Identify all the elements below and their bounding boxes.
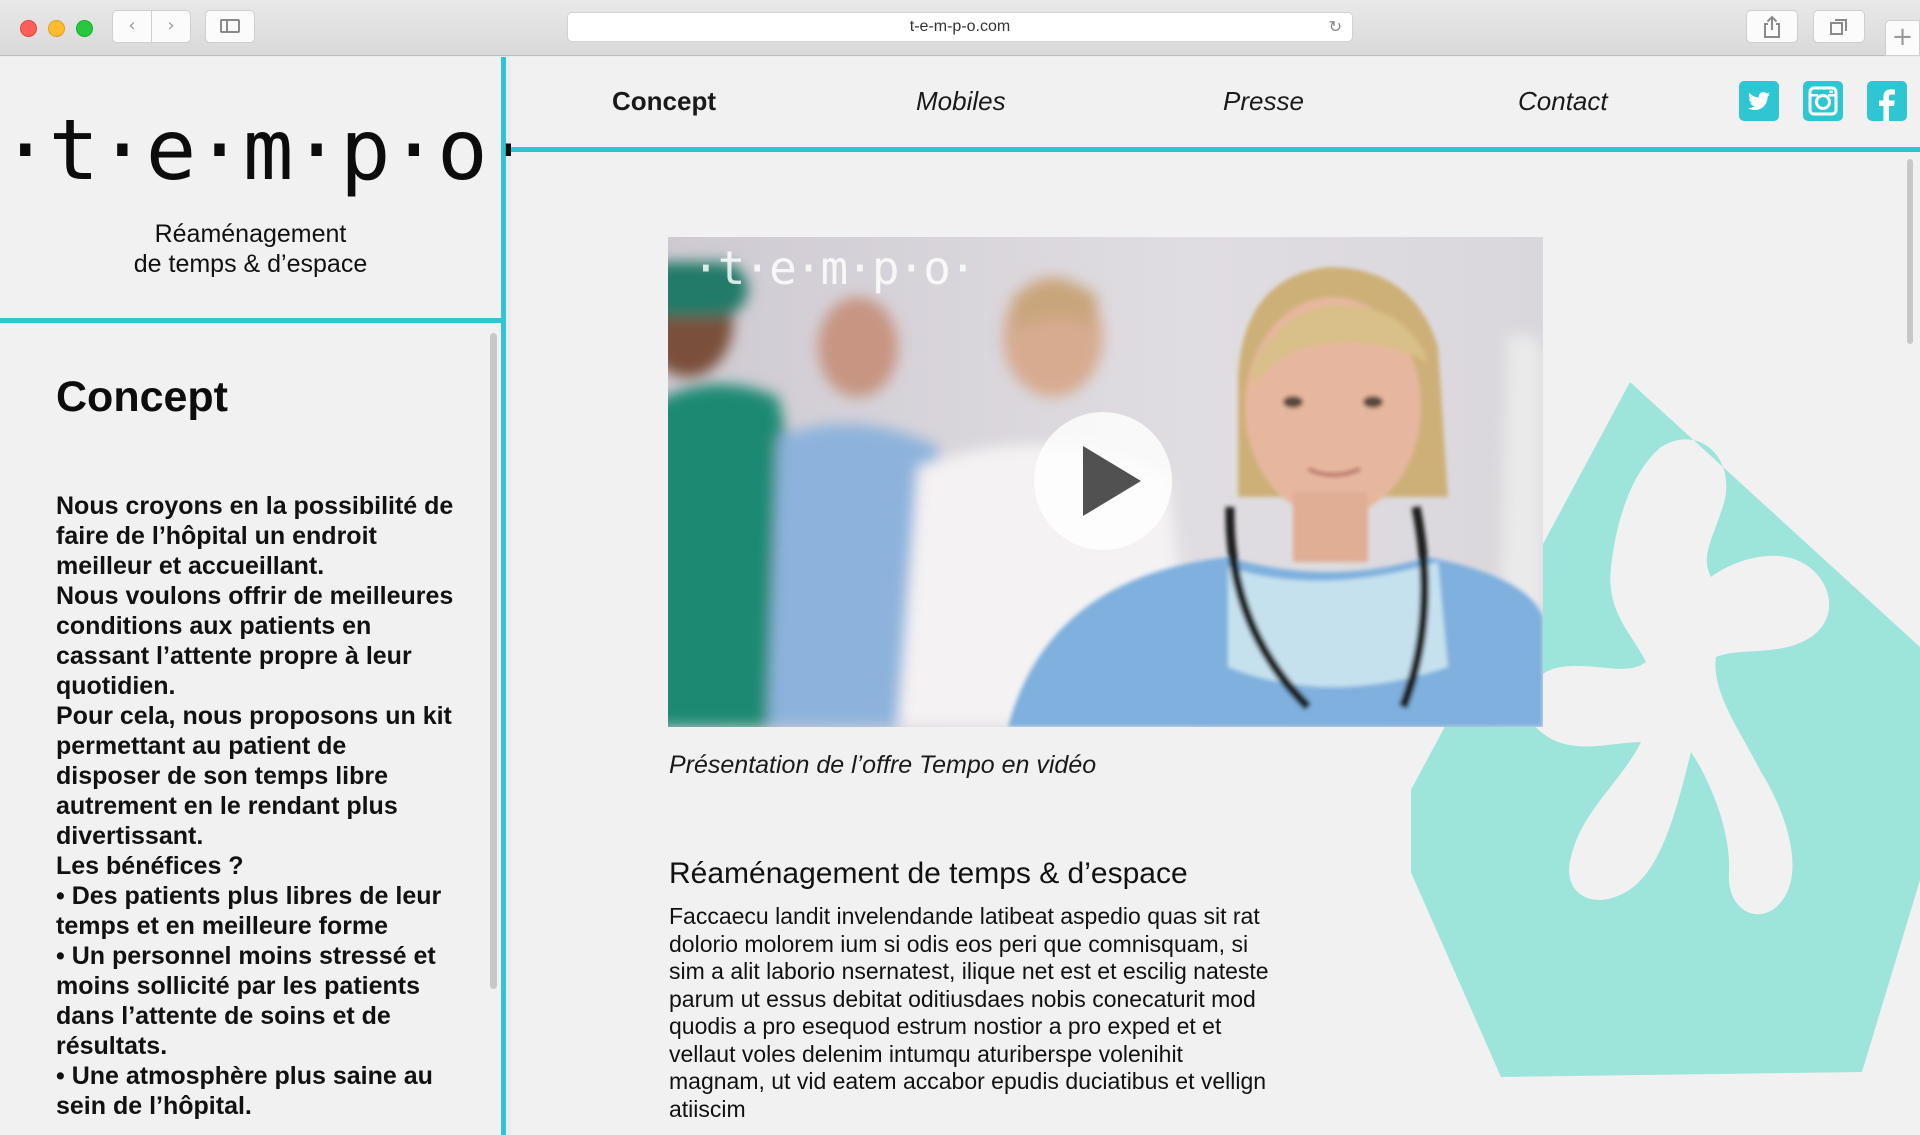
tagline: Réaménagement de temps & d’espace <box>0 219 501 279</box>
nav-mobiles[interactable]: Mobiles <box>916 86 1006 117</box>
main-scrollbar[interactable] <box>1907 159 1913 344</box>
instagram-link[interactable] <box>1803 81 1843 121</box>
concept-paragraph: Nous voulons offrir de meilleures condit… <box>56 582 454 700</box>
address-bar[interactable]: t-e-m-p-o.com ↻ <box>567 12 1353 42</box>
section-body-text: Faccaecu landit invelendande latibeat as… <box>669 903 1269 1122</box>
benefit-item: • Des patients plus libres de leur temps… <box>56 882 442 940</box>
url-text: t-e-m-p-o.com <box>909 18 1011 35</box>
back-button[interactable]: ‹ <box>112 10 152 43</box>
browser-toolbar: ‹ › t-e-m-p-o.com ↻ + <box>0 0 1920 56</box>
sidebar-icon <box>220 19 240 33</box>
video-watermark: ·t·e·m·p·o· <box>692 241 977 295</box>
main-content: Concept Mobiles Presse Contact ·t·e·m·p·… <box>511 57 1920 1135</box>
instagram-icon <box>1808 86 1838 116</box>
concept-paragraph: Pour cela, nous proposons un kit permett… <box>56 702 452 850</box>
facebook-link[interactable] <box>1867 81 1907 121</box>
zoom-window-button[interactable] <box>76 20 93 37</box>
video-player[interactable]: ·t·e·m·p·o· <box>668 237 1543 727</box>
forward-button[interactable]: › <box>151 10 191 43</box>
sidebar-scrollbar[interactable] <box>490 333 497 989</box>
chevron-right-icon: › <box>167 15 175 36</box>
close-window-button[interactable] <box>20 20 37 37</box>
concept-title: Concept <box>56 373 228 421</box>
new-tab-button[interactable]: + <box>1885 20 1920 56</box>
tagline-line-2: de temps & d’espace <box>133 250 368 278</box>
nav-concept[interactable]: Concept <box>612 86 716 117</box>
share-icon <box>1764 15 1780 38</box>
video-caption: Présentation de l’offre Tempo en vidéo <box>669 751 1097 779</box>
concept-paragraph: Nous croyons en la possibilité de faire … <box>56 492 454 580</box>
twitter-icon <box>1747 92 1770 110</box>
show-tabs-button[interactable] <box>1813 10 1865 43</box>
tempo-logo[interactable]: ·t·e·m·p·o· <box>0 101 536 199</box>
concept-text: Nous croyons en la possibilité de faire … <box>56 491 456 1121</box>
benefit-item: • Une atmosphère plus saine au sein de l… <box>56 1062 433 1120</box>
nav-presse[interactable]: Presse <box>1223 86 1304 117</box>
twitter-link[interactable] <box>1739 81 1779 121</box>
sidebar-toggle-button[interactable] <box>205 10 255 43</box>
nav-contact[interactable]: Contact <box>1518 86 1608 117</box>
left-sidebar: ·t·e·m·p·o· Réaménagement de temps & d’e… <box>0 57 536 1135</box>
facebook-icon <box>1879 89 1895 121</box>
plus-icon: + <box>1891 22 1914 52</box>
chevron-left-icon: ‹ <box>128 15 136 36</box>
section-heading: Réaménagement de temps & d’espace <box>669 857 1188 890</box>
share-button[interactable] <box>1746 10 1798 43</box>
tagline-line-1: Réaménagement <box>154 220 347 248</box>
benefit-item: • Un personnel moins stressé et moins so… <box>56 942 436 1060</box>
tabs-icon <box>1830 19 1847 35</box>
top-navigation: Concept Mobiles Presse Contact <box>511 57 1920 152</box>
logo-block: ·t·e·m·p·o· Réaménagement de temps & d’e… <box>0 57 536 323</box>
benefits-heading: Les bénéfices ? <box>56 852 244 880</box>
reload-icon[interactable]: ↻ <box>1329 13 1342 41</box>
play-button[interactable] <box>1034 412 1172 550</box>
minimize-window-button[interactable] <box>48 20 65 37</box>
